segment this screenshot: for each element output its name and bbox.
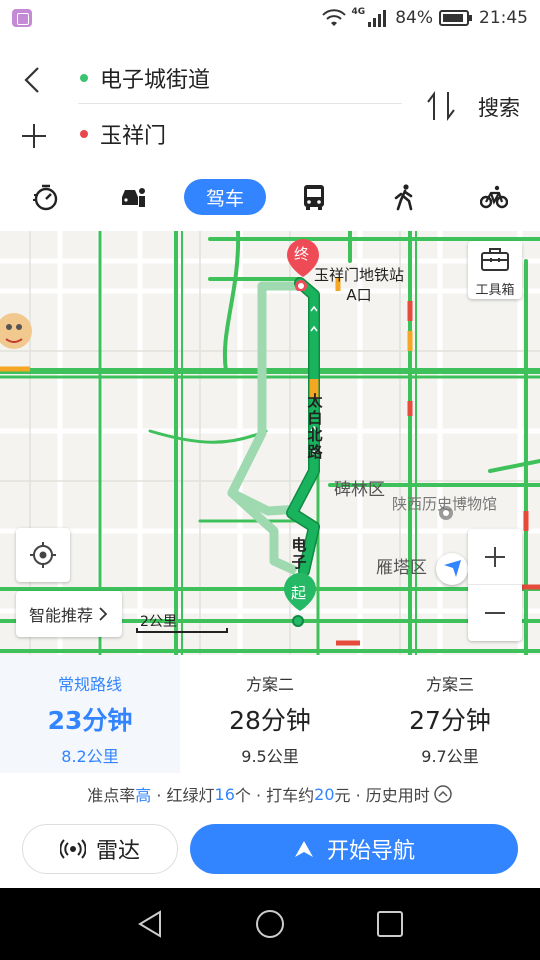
route-option-distance: 9.5公里 <box>241 747 299 766</box>
chevron-right-icon <box>99 607 108 621</box>
tab-bus[interactable] <box>296 178 332 216</box>
start-navigation-label: 开始导航 <box>326 839 415 864</box>
clock: 21:45 <box>479 8 528 28</box>
route-option-1[interactable]: 常规路线 23分钟 8.2公里 <box>0 655 180 773</box>
tab-walk[interactable] <box>386 178 422 216</box>
road-name-taibai: 太白北路 <box>307 392 323 461</box>
network-type: 4G <box>351 7 366 17</box>
radar-label: 雷达 <box>95 839 140 864</box>
end-dot-icon <box>80 130 88 138</box>
back-triangle-icon[interactable] <box>134 908 166 940</box>
route-option-name: 常规路线 <box>57 675 122 694</box>
taxi-value: 20 <box>314 784 335 804</box>
taxi-suffix: 元 · 历史用时 <box>334 786 430 805</box>
travel-mode-tabs: 驾车 <box>0 168 540 226</box>
road-name-dianzi: 电子 <box>291 536 307 571</box>
locate-button[interactable] <box>16 528 70 582</box>
compass-button[interactable] <box>436 553 468 585</box>
route-option-distance: 8.2公里 <box>61 747 119 766</box>
home-circle-icon[interactable] <box>254 908 286 940</box>
map-scale: 2公里 <box>136 611 228 633</box>
battery-icon <box>439 10 472 26</box>
bus-icon <box>304 185 324 210</box>
route-option-time: 28分钟 <box>229 706 311 735</box>
district-yanta-label: 雁塔区 <box>376 558 427 578</box>
start-dot-icon <box>80 73 88 82</box>
minus-icon <box>485 612 505 614</box>
punctuality-value: 高 <box>135 786 152 805</box>
route-option-time: 27分钟 <box>409 706 491 735</box>
system-navigation-bar <box>0 888 540 960</box>
start-location-text: 电子城街道 <box>100 67 211 93</box>
route-option-2[interactable]: 方案二 28分钟 9.5公里 <box>180 655 360 773</box>
route-options: 常规路线 23分钟 8.2公里 方案二 28分钟 9.5公里 方案三 27分钟 … <box>0 655 540 773</box>
recents-square-icon[interactable] <box>374 908 406 940</box>
zoom-controls <box>468 529 522 641</box>
poi-museum-label: 陕西历史博物馆 <box>392 495 498 513</box>
toolbox-label: 工具箱 <box>475 283 515 298</box>
zoom-in-button[interactable] <box>468 529 522 585</box>
add-waypoint-icon[interactable] <box>20 122 48 150</box>
stopwatch-icon <box>33 184 58 211</box>
punctuality-prefix: 准点率 <box>87 786 136 805</box>
app-notification-icon <box>12 9 32 27</box>
radar-button[interactable]: 雷达 <box>22 824 178 874</box>
start-navigation-button[interactable]: 开始导航 <box>190 824 518 874</box>
toolbox-button[interactable]: 工具箱 <box>468 241 522 299</box>
action-bar: 雷达 开始导航 <box>0 815 540 888</box>
route-option-distance: 9.7公里 <box>421 747 479 766</box>
signal-icon <box>368 10 387 27</box>
walk-icon <box>394 184 413 211</box>
status-bar: 4G 84% 21:45 <box>0 0 540 36</box>
route-info-line: 准点率 高 · 红绿灯 16 个 · 打车约 20 元 · 历史用时 <box>0 773 540 815</box>
start-pin-label: 起 <box>291 584 307 602</box>
scale-bar <box>136 628 228 633</box>
compass-arrow-icon <box>444 560 461 577</box>
tab-bike[interactable] <box>476 178 512 216</box>
search-button[interactable]: 搜索 <box>478 92 520 122</box>
smart-recommend-button[interactable]: 智能推荐 <box>16 591 122 637</box>
swap-icon[interactable] <box>424 88 458 124</box>
end-poi-label: 玉祥门地铁站 A口 <box>313 266 404 304</box>
district-beilin-label: 碑林区 <box>334 480 385 500</box>
route-header: 电子城街道 玉祥门 搜索 <box>0 36 540 160</box>
locate-icon <box>30 542 56 568</box>
bike-icon <box>480 185 508 209</box>
plus-icon <box>485 546 505 567</box>
zoom-out-button[interactable] <box>468 585 522 641</box>
end-pin-label: 终 <box>294 245 310 263</box>
status-indicators: 4G 84% 21:45 <box>321 6 528 30</box>
route-option-3[interactable]: 方案三 27分钟 9.7公里 <box>360 655 540 773</box>
toolbox-icon <box>481 248 509 271</box>
lights-prefix: · 红绿灯 <box>151 786 215 805</box>
end-location-field[interactable]: 玉祥门 <box>78 108 402 160</box>
lights-value: 16 <box>214 784 235 804</box>
mascot-icon <box>0 313 32 349</box>
expand-history-icon[interactable] <box>433 784 453 804</box>
tab-driving[interactable]: 驾车 <box>184 179 266 215</box>
lights-suffix: 个 · 打车约 <box>234 786 315 805</box>
navigation-arrow-icon <box>294 841 313 857</box>
start-location-field[interactable]: 电子城街道 <box>78 52 402 104</box>
battery-percent: 84% <box>395 8 433 28</box>
route-option-name: 方案二 <box>245 675 294 694</box>
route-map[interactable]: 终 起 玉祥门地铁站 A口 太白北路 电子 碑林区 雁塔区 陕西历史博物馆 工具… <box>0 231 540 655</box>
route-option-name: 方案三 <box>425 675 474 694</box>
end-location-text: 玉祥门 <box>100 124 167 149</box>
ride-hailing-icon <box>122 188 145 207</box>
route-option-time: 23分钟 <box>47 706 133 735</box>
tab-recommend[interactable] <box>28 178 64 216</box>
radar-icon <box>59 839 86 859</box>
wifi-icon <box>321 9 346 26</box>
smart-recommend-label: 智能推荐 <box>28 606 93 625</box>
back-arrow-icon[interactable] <box>18 64 46 96</box>
tab-ride-hailing[interactable] <box>116 178 152 216</box>
